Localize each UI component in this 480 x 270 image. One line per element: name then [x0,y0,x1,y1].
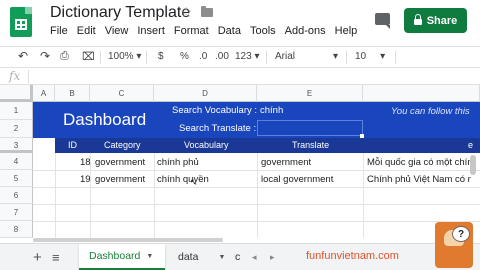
menu-format[interactable]: Format [174,25,209,37]
scroll-tabs-left-button[interactable]: ◂ [252,244,257,270]
redo-icon[interactable]: ↷ [40,49,50,63]
add-sheet-button[interactable]: + [33,244,42,270]
search-translate-label: Search Translate : [179,123,257,134]
formula-bar[interactable]: fx [0,68,480,85]
cell-example[interactable]: Mỗi quốc gia có một chín [367,157,471,168]
cell-translate[interactable]: local government [261,174,333,185]
column-header-a[interactable]: A [33,85,55,102]
cell-fill-handle[interactable] [360,134,364,138]
row-header-3[interactable]: 3 [0,138,33,153]
menu-bar: File Edit View Insert Format Data Tools … [50,25,366,37]
document-title[interactable]: Dictionary Template [50,4,190,22]
tab-data[interactable]: data ▼ [178,244,238,270]
header-id: ID [68,140,77,150]
column-header-b[interactable]: B [55,85,90,102]
print-icon[interactable]: ⎙ [60,50,69,63]
search-vocabulary-label: Search Vocabulary : [172,105,258,116]
dashboard-title: Dashboard [63,110,147,129]
menu-insert[interactable]: Insert [137,25,165,37]
question-icon: ? [452,226,470,242]
search-translate-input[interactable] [257,120,363,136]
row-header-4[interactable]: 4 [0,153,33,170]
row-header-6[interactable]: 6 [0,187,33,204]
cell-category[interactable]: government [95,157,145,168]
menu-help[interactable]: Help [335,25,358,37]
header-vocabulary: Vocabulary [184,140,229,150]
chevron-down-icon[interactable]: ▼ [218,254,225,261]
menu-tools[interactable]: Tools [250,25,276,37]
mouse-cursor-icon: ↖ [190,177,198,187]
more-formats-select[interactable]: 123 ▾ [235,51,260,62]
header-category: Category [104,140,141,150]
font-size-value: 10 [355,51,367,62]
row-header-7[interactable]: 7 [0,204,33,221]
cell-id[interactable]: 18 [80,157,91,168]
title-bar: Dictionary Template ☆ File Edit View Ins… [0,0,480,46]
share-button[interactable]: Share [404,8,467,33]
zoom-select[interactable]: 100% ▾ [108,51,141,62]
column-header-d[interactable]: D [154,85,257,102]
header-translate: Translate [292,140,330,150]
tab-label: Dashboard [89,250,141,262]
menu-edit[interactable]: Edit [77,25,96,37]
watermark-text: funfunvietnam.com [306,250,399,262]
chevron-down-icon[interactable]: ▼ [146,253,153,260]
toolbar: ↶ ↷ ⎙ ⌧ 100% ▾ $ % .0 .00 123 ▾ Arial ▾ 1… [0,46,480,68]
cell-id[interactable]: 19 [80,174,91,185]
row-header-5[interactable]: 5 [0,170,33,187]
lock-icon [413,14,422,25]
vertical-scrollbar[interactable] [470,155,476,175]
column-header-e[interactable]: E [257,85,363,102]
tab-c[interactable]: c [235,244,240,270]
sheet-tab-bar: + ≡ Dashboard ▼ data ▼ c ◂ ▸ [0,243,480,270]
tab-dashboard[interactable]: Dashboard ▼ [79,244,165,270]
cell-vocabulary[interactable]: chính quyền [157,174,209,185]
all-sheets-button[interactable]: ≡ [52,244,60,270]
menu-view[interactable]: View [105,25,129,37]
cell-category[interactable]: government [95,174,145,185]
column-header-c[interactable]: C [90,85,154,102]
menu-data[interactable]: Data [218,25,241,37]
folder-icon[interactable] [201,6,213,17]
font-size-select[interactable]: 10 ▾ [355,51,385,62]
tab-label: data [178,251,199,263]
scroll-tabs-right-button[interactable]: ▸ [270,244,275,270]
zoom-value: 100% [108,51,134,62]
undo-icon[interactable]: ↶ [18,49,28,63]
cell-vocabulary[interactable]: chính phủ [157,157,199,168]
font-select[interactable]: Arial ▾ [275,51,338,62]
percent-format-button[interactable]: % [180,51,189,62]
increase-decimal-button[interactable]: .00 [215,51,229,62]
cell-translate[interactable]: government [261,157,311,168]
comment-icon[interactable] [375,13,390,29]
paint-format-icon[interactable]: ⌧ [82,50,95,63]
menu-addons[interactable]: Add-ons [285,25,326,37]
font-value: Arial [275,51,296,62]
function-icon: fx [9,69,21,83]
sheets-logo-icon[interactable] [10,7,32,37]
more-formats-label: 123 [235,51,252,62]
search-vocabulary-input[interactable]: chính [260,105,283,116]
row-header-1[interactable]: 1 [0,102,33,120]
select-all-corner[interactable] [0,85,33,102]
horizontal-scrollbar[interactable] [33,238,223,242]
spreadsheet-grid[interactable]: A B C D E 1 2 3 4 5 6 7 8 Dashboard Sear… [0,85,480,238]
share-label: Share [426,14,458,27]
row-header-8[interactable]: 8 [0,221,33,238]
decrease-decimal-button[interactable]: .0 [199,51,207,62]
menu-file[interactable]: File [50,25,68,37]
column-header-f[interactable] [363,85,480,102]
header-example: e [468,140,474,150]
hint-text: You can follow this [391,106,470,117]
cell-example[interactable]: Chính phủ Việt Nam có n [367,174,471,185]
star-icon[interactable]: ☆ [180,4,193,21]
currency-format-button[interactable]: $ [158,51,164,62]
row-header-2[interactable]: 2 [0,120,33,138]
